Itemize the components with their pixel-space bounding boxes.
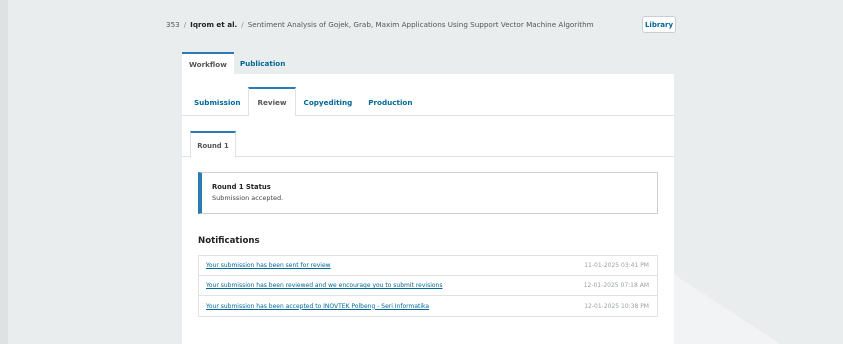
tab-submission[interactable]: Submission	[186, 88, 248, 116]
notification-date: 11-01-2025 03:41 PM	[584, 262, 649, 269]
breadcrumb: 353/Iqrom et al. / Sentiment Analysis of G…	[166, 20, 594, 29]
tab-publication[interactable]: Publication	[234, 52, 292, 74]
left-edge-strip	[0, 0, 8, 344]
round-status-message: Submission accepted.	[212, 194, 284, 202]
round-status-box: Round 1 Status Submission accepted.	[198, 172, 658, 214]
notification-date: 12-01-2025 07:18 AM	[583, 282, 649, 289]
notification-link[interactable]: Your submission has been accepted to INO…	[206, 303, 429, 310]
tab-review[interactable]: Review	[248, 87, 296, 116]
breadcrumb-title: Sentiment Analysis of Gojek, Grab, Maxim…	[247, 20, 594, 29]
main-tabs: Workflow Publication	[182, 52, 291, 74]
round-status-title: Round 1 Status	[212, 183, 271, 191]
library-button[interactable]: Library	[642, 16, 676, 33]
notification-row: Your submission has been sent for review…	[199, 256, 657, 276]
notification-row: Your submission has been reviewed and we…	[199, 276, 657, 296]
tab-production[interactable]: Production	[360, 88, 420, 116]
notifications-list: Your submission has been sent for review…	[198, 255, 658, 317]
notification-link[interactable]: Your submission has been reviewed and we…	[206, 282, 442, 289]
breadcrumb-separator: /	[183, 20, 187, 29]
tab-round-1[interactable]: Round 1	[190, 131, 236, 158]
notification-row: Your submission has been accepted to INO…	[199, 296, 657, 316]
notifications-heading: Notifications	[198, 236, 260, 246]
breadcrumb-separator: /	[241, 20, 244, 29]
tab-workflow[interactable]: Workflow	[182, 52, 234, 74]
notification-date: 12-01-2025 10:38 PM	[584, 302, 649, 310]
tab-copyediting[interactable]: Copyediting	[296, 88, 361, 116]
breadcrumb-author: Iqrom et al.	[190, 20, 238, 29]
breadcrumb-submission-id: 353	[166, 20, 180, 29]
workflow-panel: Submission Review Copyediting Production…	[182, 74, 674, 344]
stage-tabs: Submission Review Copyediting Production	[182, 87, 674, 116]
notification-link[interactable]: Your submission has been sent for review	[206, 262, 331, 269]
round-tabs: Round 1	[182, 130, 674, 158]
